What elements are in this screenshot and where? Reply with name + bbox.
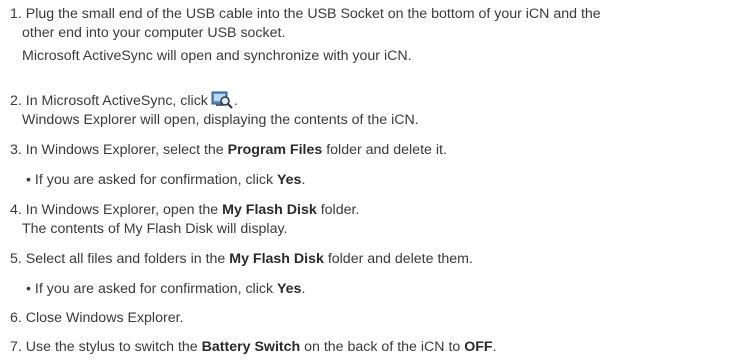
step-3-post: folder and delete it. [322,142,447,158]
step-1-line-2: other end into your computer USB socket. [22,25,286,41]
step-4-post: folder. [316,202,360,218]
my-flash-disk-folder: My Flash Disk [229,251,324,267]
step-3: 3. In Windows Explorer, select the Progr… [10,140,447,160]
step-2-line-2: Windows Explorer will open, displaying t… [22,112,419,128]
step-1-line-1: 1. Plug the small end of the USB cable i… [10,6,601,22]
step-1-line-3: Microsoft ActiveSync will open and synch… [22,48,412,64]
yes-label: Yes [276,281,302,297]
bullet-period: . [301,281,306,297]
step-5-post: folder and delete them. [323,251,473,267]
step-5-pre: 5. Select all files and folders in the [10,251,230,267]
bullet-period: . [301,172,306,188]
step-3-bullet: • If you are asked for confirmation, cli… [26,170,305,190]
step-4-line-2: The contents of My Flash Disk will displ… [22,221,288,237]
step-4: 4. In Windows Explorer, open the My Flas… [10,200,359,220]
step-7: 7. Use the stylus to switch the Battery … [10,337,497,357]
step-3-pre: 3. In Windows Explorer, select the [10,142,228,158]
step-2: 2. In Microsoft ActiveSync, click . [10,91,238,111]
bullet-text: • If you are asked for confirmation, cli… [26,281,277,297]
step-4-pre: 4. In Windows Explorer, open the [10,202,223,218]
step-7-period: . [492,339,497,355]
yes-label: Yes [276,172,302,188]
bullet-text: • If you are asked for confirmation, cli… [26,172,277,188]
explore-icon[interactable] [211,91,233,109]
battery-switch-label: Battery Switch [201,339,301,355]
step-5-bullet: • If you are asked for confirmation, cli… [26,279,305,299]
step-7-pre: 7. Use the stylus to switch the [10,339,202,355]
step-2-period: . [233,93,238,109]
step-5: 5. Select all files and folders in the M… [10,249,473,269]
step-2-text: 2. In Microsoft ActiveSync, click [10,93,208,109]
step-7-mid: on the back of the iCN to [300,339,465,355]
program-files-folder: Program Files [227,142,323,158]
off-label: OFF [464,339,493,355]
step-6: 6. Close Windows Explorer. [10,310,184,326]
my-flash-disk-folder: My Flash Disk [222,202,317,218]
